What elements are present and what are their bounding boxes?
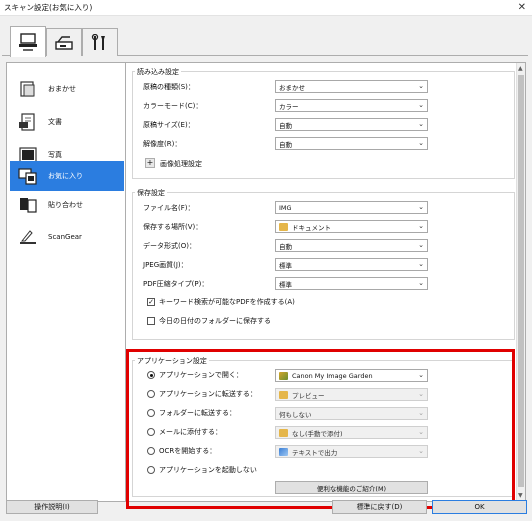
ok-button[interactable]: OK <box>432 500 527 514</box>
date-folder-label: 今日の日付のフォルダーに保存する <box>159 317 271 325</box>
group-title: 読み込み設定 <box>135 67 181 77</box>
stitch-icon <box>20 198 37 213</box>
scan-from-computer-tab-icon <box>19 33 37 51</box>
scroll-up-icon[interactable]: ▲ <box>518 65 523 72</box>
save-in-select[interactable]: ドキュメント ⌄ <box>275 220 428 233</box>
filename-combo[interactable]: IMG ⌄ <box>275 201 428 214</box>
title-bar: スキャン設定(お気に入り) ✕ <box>0 0 532 16</box>
sidebar-item-favorite[interactable]: お気に入り <box>10 161 124 191</box>
keyword-pdf-label: キーワード検索が可能なPDFを作成する(A) <box>159 298 295 306</box>
tab-scan-from-computer[interactable] <box>10 26 46 57</box>
data-format-select[interactable]: 自動 ⌄ <box>275 239 428 252</box>
paper-size-select[interactable]: 自動 ⌄ <box>275 118 428 131</box>
resolution-select[interactable]: 自動 ⌄ <box>275 137 428 150</box>
source-type-label: 原稿の種類(S)： <box>143 82 195 91</box>
save-in-value: ドキュメント <box>292 223 331 232</box>
dialog-body: おまかせ 文書 写真 お気に入り 貼り合わせ ScanGear 読み込み設定 原… <box>0 16 532 521</box>
general-settings-tab-icon <box>91 33 105 50</box>
jpeg-quality-label: JPEG画質(J)： <box>143 260 188 269</box>
highlight-frame <box>126 349 515 509</box>
chevron-down-icon: ⌄ <box>418 82 424 90</box>
chevron-down-icon: ⌄ <box>418 222 424 230</box>
sidebar-item-label: おまかせ <box>48 85 76 93</box>
scan-from-panel-tab-icon <box>55 35 73 50</box>
data-format-value: 自動 <box>279 242 292 251</box>
pdf-compression-label: PDF圧縮タイプ(P)： <box>143 279 209 288</box>
image-processing-label: 画像処理設定 <box>160 159 202 168</box>
filename-label: ファイル名(F)： <box>143 203 195 212</box>
source-type-select[interactable]: おまかせ ⌄ <box>275 80 428 93</box>
window-title: スキャン設定(お気に入り) <box>4 3 93 12</box>
filename-value: IMG <box>279 203 292 212</box>
paper-size-label: 原稿サイズ(E)： <box>143 120 195 129</box>
color-mode-value: カラー <box>279 102 299 111</box>
chevron-down-icon: ⌄ <box>418 139 424 147</box>
defaults-button[interactable]: 標準に戻す(D) <box>332 500 427 514</box>
sidebar-item-label: 写真 <box>48 151 62 159</box>
source-type-value: おまかせ <box>279 83 305 92</box>
pdf-compression-select[interactable]: 標準 ⌄ <box>275 277 428 290</box>
sidebar-item-scangear[interactable]: ScanGear <box>10 221 124 253</box>
chevron-down-icon: ⌄ <box>418 101 424 109</box>
sidebar-item-label: 貼り合わせ <box>48 201 83 209</box>
color-mode-select[interactable]: カラー ⌄ <box>275 99 428 112</box>
pdf-compression-value: 標準 <box>279 280 292 289</box>
chevron-down-icon: ⌄ <box>418 203 424 211</box>
scangear-icon <box>20 230 36 244</box>
save-in-label: 保存する場所(V)： <box>143 222 203 231</box>
paper-size-value: 自動 <box>279 121 292 130</box>
resolution-value: 自動 <box>279 140 292 149</box>
tab-scan-from-panel[interactable] <box>46 28 82 56</box>
save-settings-group: 保存設定 ファイル名(F)： IMG ⌄ 保存する場所(V)： ドキュメント ⌄… <box>132 188 515 340</box>
scrollbar-thumb[interactable] <box>518 75 524 487</box>
checkmark-icon: ✓ <box>147 297 155 306</box>
tab-general-settings[interactable] <box>82 28 118 56</box>
scroll-down-icon[interactable]: ▼ <box>518 492 523 499</box>
close-icon[interactable]: ✕ <box>518 2 526 13</box>
sidebar-item-stitch[interactable]: 貼り合わせ <box>10 189 124 221</box>
expand-image-processing-button[interactable]: + <box>145 158 155 168</box>
documents-folder-icon <box>279 222 288 231</box>
color-mode-label: カラーモード(C)： <box>143 101 203 110</box>
group-title: 保存設定 <box>135 188 167 198</box>
sidebar-item-label: お気に入り <box>48 172 83 180</box>
date-folder-checkbox[interactable]: 今日の日付のフォルダーに保存する <box>147 315 271 327</box>
favorite-icon <box>18 168 37 185</box>
sidebar-item-label: ScanGear <box>48 233 82 241</box>
jpeg-quality-select[interactable]: 標準 ⌄ <box>275 258 428 271</box>
keyword-pdf-checkbox[interactable]: ✓ キーワード検索が可能なPDFを作成する(A) <box>147 296 295 308</box>
scan-options-group: 読み込み設定 原稿の種類(S)： おまかせ ⌄ カラーモード(C)： カラー ⌄… <box>132 67 515 179</box>
sidebar-item-document[interactable]: 文書 <box>10 106 124 138</box>
chevron-down-icon: ⌄ <box>418 241 424 249</box>
chevron-down-icon: ⌄ <box>418 120 424 128</box>
jpeg-quality-value: 標準 <box>279 261 292 270</box>
data-format-label: データ形式(O)： <box>143 241 196 250</box>
chevron-down-icon: ⌄ <box>418 279 424 287</box>
scan-type-list: おまかせ 文書 写真 お気に入り 貼り合わせ ScanGear <box>6 62 126 502</box>
document-icon <box>19 113 35 131</box>
instructions-button[interactable]: 操作説明(I) <box>6 500 98 514</box>
vertical-scrollbar[interactable]: ▲ ▼ <box>516 63 525 501</box>
chevron-down-icon: ⌄ <box>418 260 424 268</box>
sidebar-item-auto[interactable]: おまかせ <box>10 73 124 105</box>
tab-strip <box>2 26 528 57</box>
auto-scan-icon <box>20 81 35 97</box>
checkbox-box <box>147 317 155 325</box>
sidebar-item-label: 文書 <box>48 118 62 126</box>
resolution-label: 解像度(R)： <box>143 139 182 148</box>
